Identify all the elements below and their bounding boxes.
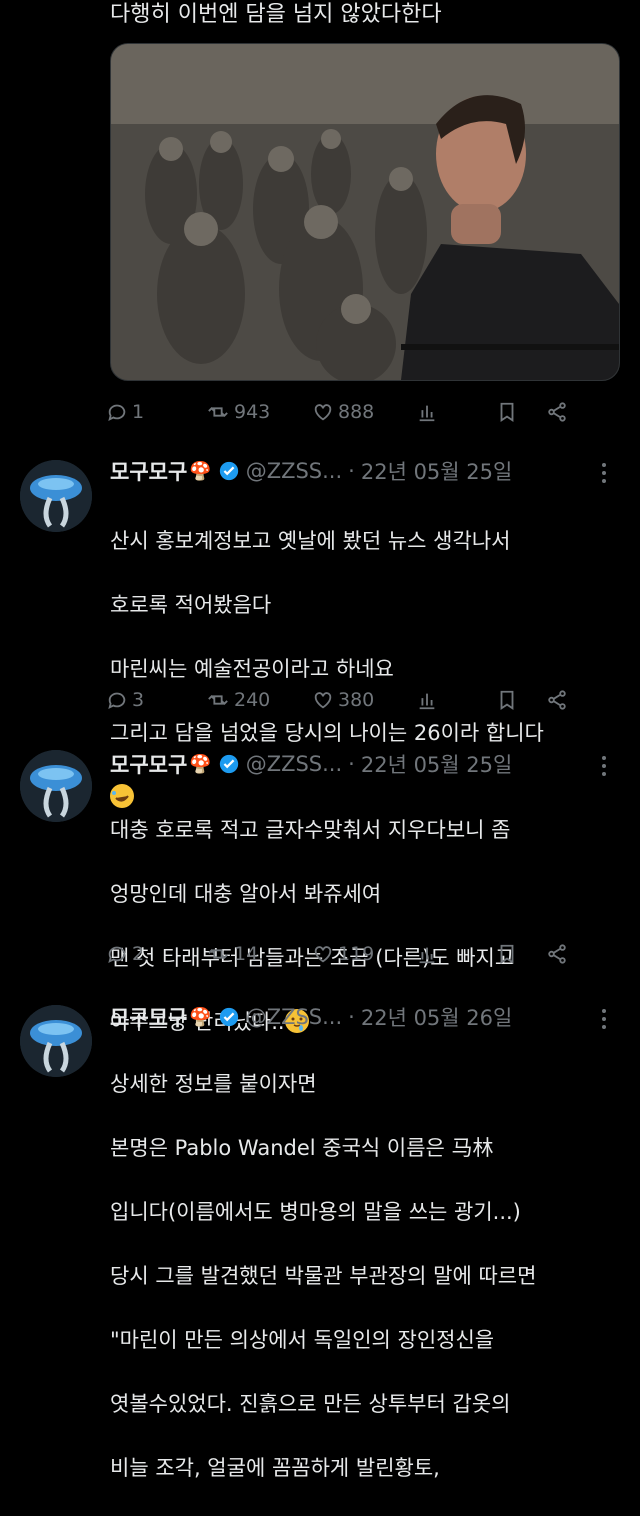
tweet-line: 엿볼수있었다. 진흙으로 만든 상투부터 갑옷의 <box>110 1392 511 1416</box>
retweet-count: 14 <box>234 943 259 965</box>
tweet-header: 모구모구 🍄 @ZZSS... · 22년 05월 25일 <box>110 749 512 779</box>
tweet-text-tail: 다행히 이번엔 담을 넘지 않았다한다 <box>110 2 442 27</box>
bookmark-button[interactable] <box>496 943 546 965</box>
tweet-date[interactable]: 22년 05월 25일 <box>361 456 512 486</box>
tweet-actions: 2 14 119 <box>106 937 616 971</box>
tweet-actions: 1 943 888 <box>106 395 616 429</box>
views-button[interactable] <box>416 401 496 423</box>
separator-dot: · <box>348 1005 355 1029</box>
tweet-header: 모구모구 🍄 @ZZSS... · 22년 05월 26일 <box>110 1002 512 1032</box>
avatar-mushroom-icon <box>20 460 92 532</box>
like-button[interactable]: 380 <box>312 689 416 711</box>
share-button[interactable] <box>546 401 568 423</box>
user-handle[interactable]: @ZZSS... <box>246 1005 342 1029</box>
tweet-line: 입니다(이름에서도 병마용의 말을 쓰는 광기...) <box>110 1200 521 1224</box>
reply-icon <box>108 692 126 710</box>
tweet-line: 산시 홍보계정보고 옛날에 봤던 뉴스 생각나서 <box>110 529 511 553</box>
tweet-line: 엉망인데 대충 알아서 봐쥬세여 <box>110 882 382 906</box>
bookmark-button[interactable] <box>496 401 546 423</box>
reply-count: 3 <box>132 689 145 711</box>
tweet-line: "마린이 만든 의상에서 독일인의 장인정신을 <box>110 1328 495 1352</box>
reply-count: 2 <box>132 943 145 965</box>
reply-button[interactable]: 1 <box>106 401 206 423</box>
views-button[interactable] <box>416 943 496 965</box>
like-count: 380 <box>338 689 375 711</box>
more-icon <box>602 756 606 776</box>
more-options-button[interactable] <box>594 751 614 781</box>
retweet-button[interactable]: 943 <box>206 401 312 423</box>
tweet-line: 대충 호로록 적고 글자수맞춰서 지우다보니 좀 <box>110 818 511 842</box>
display-name[interactable]: 모구모구 <box>110 749 187 779</box>
reply-count: 1 <box>132 401 145 423</box>
retweet-icon <box>208 407 228 417</box>
retweet-button[interactable]: 14 <box>206 943 312 965</box>
like-count: 888 <box>338 401 375 423</box>
heart-icon <box>314 946 332 963</box>
tweet-date[interactable]: 22년 05월 25일 <box>361 749 512 779</box>
tweet-line: 마린씨는 예술전공이라고 하네요 <box>110 657 394 681</box>
tweet-line: 본명은 Pablo Wandel 중국식 이름은 马林 <box>110 1136 494 1160</box>
user-handle[interactable]: @ZZSS... <box>246 459 342 483</box>
more-icon <box>602 463 606 483</box>
separator-dot: · <box>348 459 355 483</box>
mushroom-emoji-icon: 🍄 <box>189 753 212 775</box>
share-icon <box>548 402 566 422</box>
share-icon <box>548 690 566 710</box>
retweet-button[interactable]: 240 <box>206 689 312 711</box>
retweet-count: 943 <box>234 401 271 423</box>
retweet-icon <box>208 949 228 959</box>
mushroom-emoji-icon: 🍄 <box>189 1006 212 1028</box>
bookmark-icon <box>500 690 514 710</box>
reply-icon <box>108 946 126 964</box>
avatar[interactable] <box>20 750 92 822</box>
views-icon <box>419 947 435 964</box>
avatar-mushroom-icon <box>20 1005 92 1077</box>
like-button[interactable]: 119 <box>312 943 416 965</box>
avatar[interactable] <box>20 460 92 532</box>
tweet-line: 당시 그를 발견했던 박물관 부관장의 말에 따르면 <box>110 1264 537 1288</box>
views-icon <box>419 693 435 710</box>
verified-badge-icon <box>219 461 238 481</box>
tweet-date[interactable]: 22년 05월 26일 <box>361 1002 512 1032</box>
retweet-icon <box>208 695 228 705</box>
display-name[interactable]: 모구모구 <box>110 456 187 486</box>
tweet-line: 상세한 정보를 붙이자면 <box>110 1072 317 1096</box>
retweet-count: 240 <box>234 689 271 711</box>
like-button[interactable]: 888 <box>312 401 416 423</box>
tweet-actions: 3 240 380 <box>106 683 616 717</box>
tweet-line: 비늘 조각, 얼굴에 꼼꼼하게 발린황토, <box>110 1456 440 1480</box>
views-button[interactable] <box>416 689 496 711</box>
tweet-line: 그리고 담을 넘었을 당시의 나이는 26이라 합니다 <box>110 721 544 745</box>
separator-dot: · <box>348 752 355 776</box>
avatar[interactable] <box>20 1005 92 1077</box>
tweet-line: 호로록 적어봤음다 <box>110 593 272 617</box>
tweet-body: 상세한 정보를 붙이자면 본명은 Pablo Wandel 중국식 이름은 马林… <box>110 1036 620 1516</box>
more-options-button[interactable] <box>594 458 614 488</box>
bookmark-icon <box>500 944 514 964</box>
bookmark-icon <box>500 402 514 422</box>
reply-button[interactable]: 2 <box>106 943 206 965</box>
bookmark-button[interactable] <box>496 689 546 711</box>
verified-badge-icon <box>219 754 238 774</box>
like-count: 119 <box>338 943 375 965</box>
heart-icon <box>314 404 332 421</box>
user-handle[interactable]: @ZZSS... <box>246 752 342 776</box>
avatar-mushroom-icon <box>20 750 92 822</box>
reply-icon <box>108 404 126 422</box>
more-icon <box>602 1009 606 1029</box>
more-options-button[interactable] <box>594 1004 614 1034</box>
tweet-photo[interactable] <box>110 43 620 381</box>
verified-badge-icon <box>219 1007 238 1027</box>
share-icon <box>548 944 566 964</box>
reply-button[interactable]: 3 <box>106 689 206 711</box>
mushroom-emoji-icon: 🍄 <box>189 460 212 482</box>
share-button[interactable] <box>546 689 568 711</box>
share-button[interactable] <box>546 943 568 965</box>
heart-icon <box>314 692 332 709</box>
display-name[interactable]: 모구모구 <box>110 1002 187 1032</box>
views-icon <box>419 405 435 422</box>
tweet-header: 모구모구 🍄 @ZZSS... · 22년 05월 25일 <box>110 456 512 486</box>
